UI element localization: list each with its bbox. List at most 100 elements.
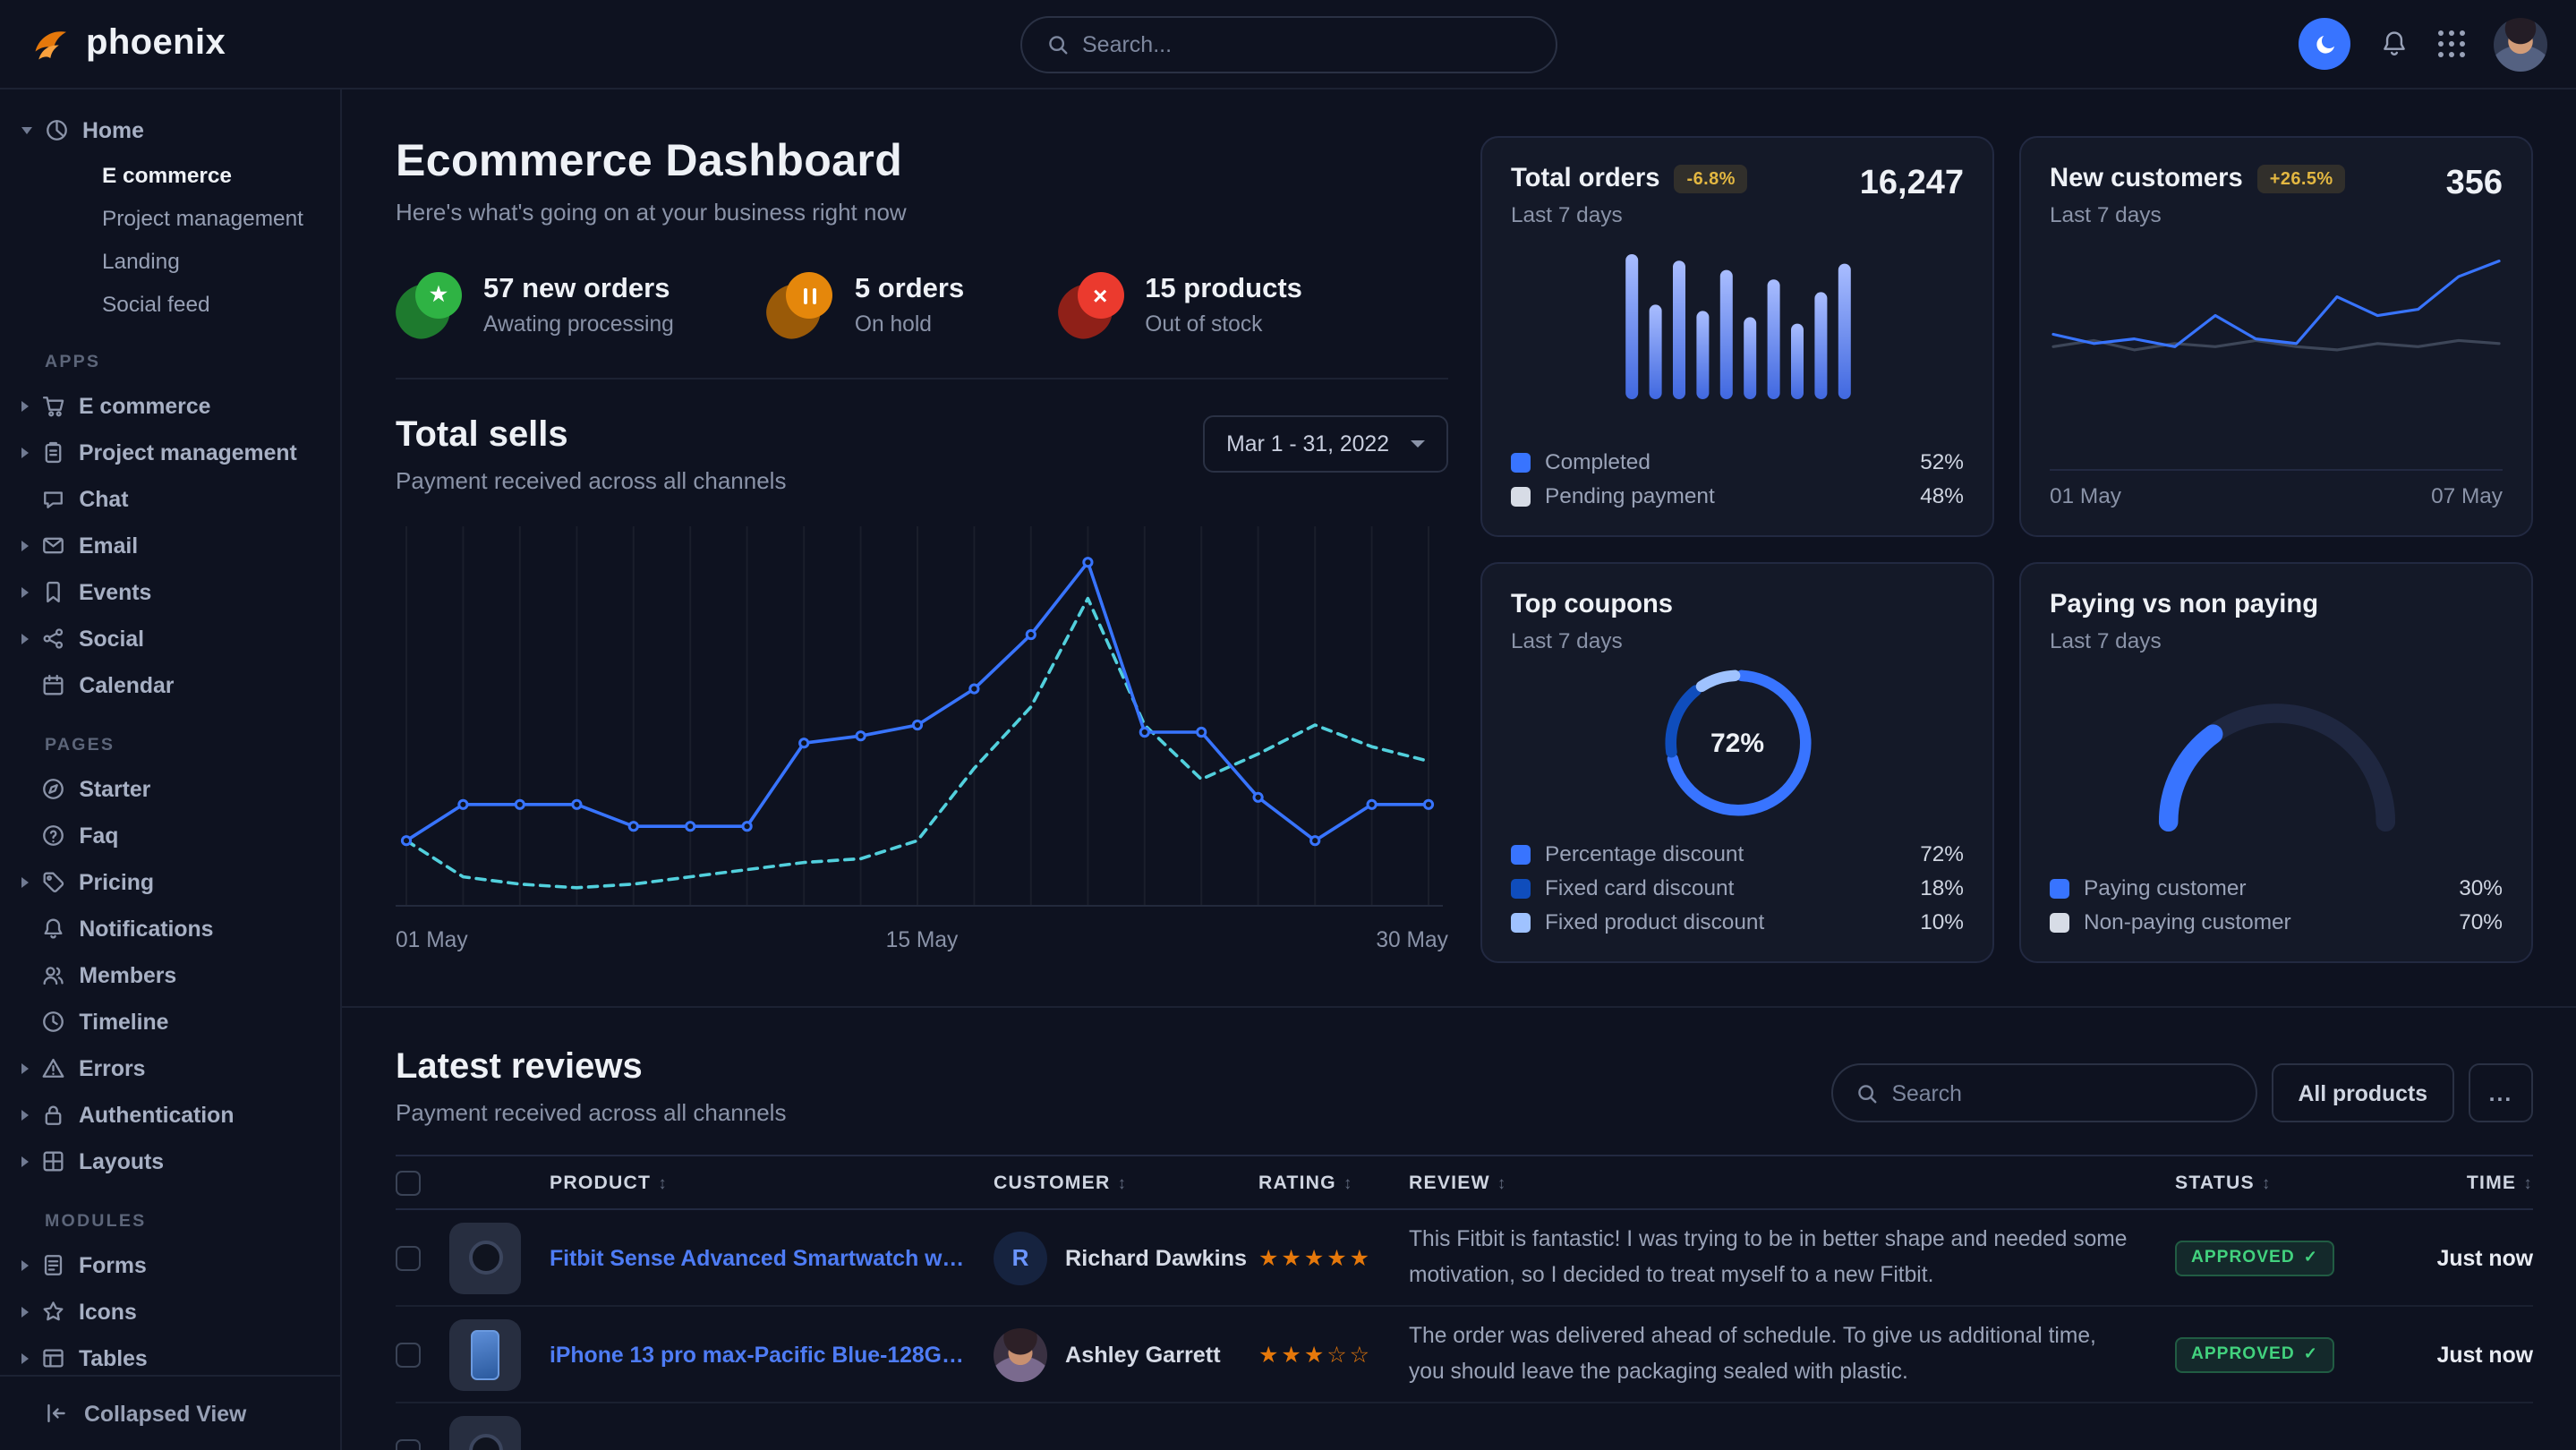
lock-icon <box>41 1103 66 1128</box>
status-badge: APPROVED✓ <box>2175 1337 2334 1373</box>
legend-value: 52% <box>1920 449 1964 474</box>
table-row: Fitbit Sense Advanced Smartwatch with To… <box>396 1209 2533 1306</box>
stat-subtitle: On hold <box>855 311 964 337</box>
column-header-review[interactable]: REVIEW↕ <box>1409 1156 2175 1209</box>
column-header-time[interactable]: TIME↕ <box>2383 1156 2533 1209</box>
sidebar-item-home[interactable]: Home <box>0 107 340 154</box>
x-label: 01 May <box>396 927 468 952</box>
card-new-customers: New customers +26.5% Last 7 days 356 01 … <box>2019 136 2533 537</box>
card-title: Total orders <box>1511 165 1660 193</box>
sidebar-item-faq[interactable]: Faq <box>0 813 340 859</box>
sidebar-item-label: Email <box>79 533 138 559</box>
stat-pause-icon <box>767 272 833 338</box>
sidebar-item-notifications[interactable]: Notifications <box>0 906 340 952</box>
brand[interactable]: phoenix <box>29 22 342 65</box>
reviews-table-body: Fitbit Sense Advanced Smartwatch with To… <box>396 1209 2533 1450</box>
sidebar-item-timeline[interactable]: Timeline <box>0 999 340 1045</box>
sidebar-item-forms[interactable]: Forms <box>0 1242 340 1289</box>
customer-name: Ashley Garrett <box>1065 1342 1221 1367</box>
column-header-status[interactable]: STATUS↕ <box>2175 1156 2383 1209</box>
sidebar-item-label: Icons <box>79 1300 137 1325</box>
sidebar-subitem-landing[interactable]: Landing <box>0 240 340 283</box>
legend-value: 48% <box>1920 483 1964 508</box>
user-avatar[interactable] <box>2494 17 2547 71</box>
reviews-search-input[interactable] <box>1891 1080 2231 1105</box>
legend-item: Completed52% <box>1511 449 1964 474</box>
sidebar-item-project-management[interactable]: Project management <box>0 430 340 476</box>
review-time: Just now <box>2437 1342 2533 1367</box>
sidebar-item-label: Tables <box>79 1346 148 1371</box>
date-range-select[interactable]: Mar 1 - 31, 2022 <box>1203 415 1448 473</box>
sidebar-item-social[interactable]: Social <box>0 616 340 662</box>
chevron-right-icon <box>21 634 29 644</box>
sidebar-subitem-social-feed[interactable]: Social feed <box>0 283 340 326</box>
column-header-rating[interactable]: RATING↕ <box>1258 1156 1409 1209</box>
column-header-product[interactable]: PRODUCT↕ <box>550 1156 994 1209</box>
status-label: APPROVED <box>2191 1249 2295 1268</box>
row-checkbox[interactable] <box>396 1438 421 1450</box>
reviews-search[interactable] <box>1830 1063 2256 1122</box>
sidebar-subitem-e-commerce[interactable]: E commerce <box>0 154 340 197</box>
sidebar-item-label: Faq <box>79 823 118 849</box>
star-icon <box>41 1300 66 1325</box>
product-link[interactable]: Fitbit Sense Advanced Smartwatch with To… <box>550 1245 994 1270</box>
legend-label: Fixed product discount <box>1545 909 1764 934</box>
sidebar-item-chat[interactable]: Chat <box>0 476 340 523</box>
sidebar-item-members[interactable]: Members <box>0 952 340 999</box>
navbar-search[interactable] <box>1019 15 1557 72</box>
sidebar-item-tables[interactable]: Tables <box>0 1335 340 1375</box>
sidebar-section-label: APPS <box>45 353 340 372</box>
legend-swatch <box>1511 878 1531 898</box>
column-header-customer[interactable]: CUSTOMER↕ <box>994 1156 1258 1209</box>
card-title: Top coupons <box>1511 591 1673 619</box>
sidebar-item-icons[interactable]: Icons <box>0 1289 340 1335</box>
sidebar-item-calendar[interactable]: Calendar <box>0 662 340 709</box>
caret-spacer <box>21 835 29 837</box>
column-label: REVIEW <box>1409 1172 1490 1193</box>
sidebar-item-layouts[interactable]: Layouts <box>0 1139 340 1185</box>
sidebar-subitem-project-management[interactable]: Project management <box>0 197 340 240</box>
row-checkbox[interactable] <box>396 1342 421 1367</box>
select-all-checkbox[interactable] <box>396 1170 421 1195</box>
sidebar-item-starter[interactable]: Starter <box>0 766 340 813</box>
paying-legend: Paying customer30%Non-paying customer70% <box>2050 875 2503 934</box>
sidebar-item-e-commerce[interactable]: E commerce <box>0 383 340 430</box>
card-top-coupons: Top coupons Last 7 days 72% Percentage d… <box>1480 562 1994 963</box>
all-products-filter-button[interactable]: All products <box>2271 1063 2454 1122</box>
customer-avatar <box>994 1327 1047 1381</box>
sidebar-item-events[interactable]: Events <box>0 569 340 616</box>
sidebar-item-pricing[interactable]: Pricing <box>0 859 340 906</box>
navbar-actions <box>2299 17 2547 71</box>
sort-icon: ↕ <box>658 1173 668 1193</box>
rating-stars: ★★★☆☆ <box>1258 1342 1372 1367</box>
row-checkbox[interactable] <box>396 1245 421 1270</box>
sidebar-item-label: Project management <box>79 440 297 465</box>
sidebar-item-authentication[interactable]: Authentication <box>0 1092 340 1139</box>
more-options-button[interactable]: ... <box>2469 1063 2533 1122</box>
stat-15-products: ×15 productsOut of stock <box>1057 272 1302 338</box>
chevron-right-icon <box>21 401 29 412</box>
theme-toggle-button[interactable] <box>2299 18 2350 70</box>
dashboard-left-column: Ecommerce Dashboard Here's what's going … <box>396 136 1448 963</box>
search-input[interactable] <box>1082 31 1530 56</box>
collapse-icon <box>45 1402 68 1425</box>
review-text: This Fitbit is fantastic! I was trying t… <box>1409 1224 2175 1292</box>
customer-name: Richard Dawkins <box>1065 1245 1247 1270</box>
legend-label: Pending payment <box>1545 483 1715 508</box>
sidebar-section-label: MODULES <box>45 1212 340 1232</box>
main-content: Ecommerce Dashboard Here's what's going … <box>342 90 2576 1450</box>
check-icon: ✓ <box>2304 1345 2318 1365</box>
sidebar-item-email[interactable]: Email <box>0 523 340 569</box>
tag-icon <box>41 870 66 895</box>
sidebar-item-errors[interactable]: Errors <box>0 1045 340 1092</box>
question-icon <box>41 823 66 849</box>
product-link[interactable]: iPhone 13 pro max-Pacific Blue-128GB sto… <box>550 1342 994 1367</box>
legend-label: Fixed card discount <box>1545 875 1734 900</box>
notifications-button[interactable] <box>2379 29 2410 59</box>
apps-menu-button[interactable] <box>2438 30 2465 57</box>
sidebar-collapse-toggle[interactable]: Collapsed View <box>0 1375 340 1450</box>
product-thumbnail <box>449 1318 521 1390</box>
legend-value: 18% <box>1920 875 1964 900</box>
stat-57-new-orders: ★57 new ordersAwating processing <box>396 272 674 338</box>
total-sells-x-labels: 01 May 15 May 30 May <box>396 927 1448 952</box>
